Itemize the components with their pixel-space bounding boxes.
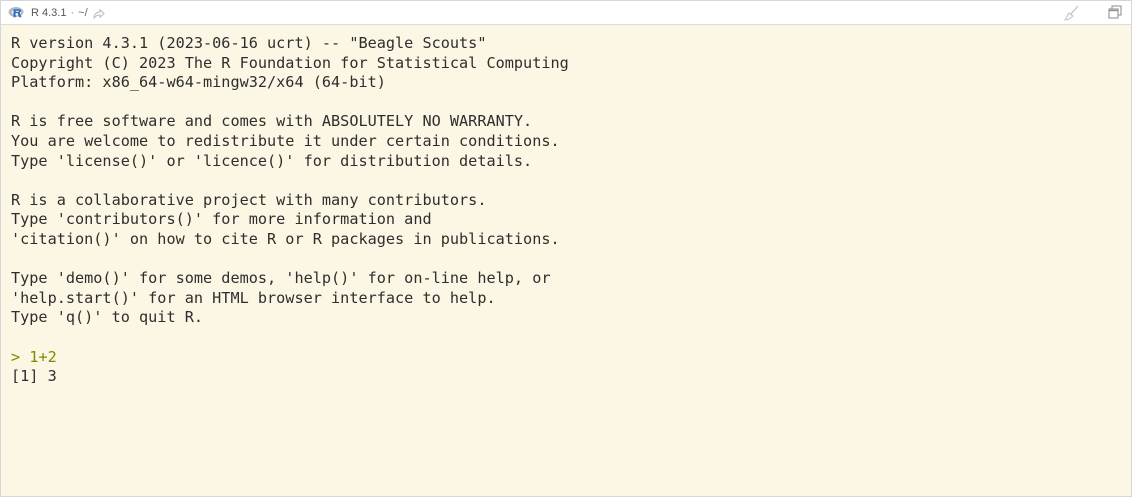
console-pane: R 4.3.1 · ~/ R version 4.3.1 (2023-06-16… — [0, 0, 1132, 497]
working-directory-label[interactable]: ~/ — [78, 7, 87, 19]
broom-clear-icon[interactable] — [1063, 4, 1081, 22]
startup-line: You are welcome to redistribute it under… — [11, 131, 560, 150]
startup-line: 'help.start()' for an HTML browser inter… — [11, 288, 496, 307]
startup-line — [11, 328, 1131, 348]
startup-line — [11, 250, 1131, 270]
startup-line — [11, 93, 1131, 113]
console-output[interactable]: R version 4.3.1 (2023-06-16 ucrt) -- "Be… — [1, 25, 1131, 496]
startup-line: Type 'q()' to quit R. — [11, 308, 204, 327]
startup-line: R is free software and comes with ABSOLU… — [11, 112, 533, 131]
r-logo-icon — [8, 6, 25, 19]
startup-line: Type 'license()' or 'licence()' for dist… — [11, 151, 533, 170]
startup-line — [11, 171, 1131, 191]
startup-line: Platform: x86_64-w64-mingw32/x64 (64-bit… — [11, 73, 386, 92]
command-output: [1] 3 — [11, 367, 57, 386]
toolbar-separator: · — [70, 6, 75, 19]
goto-directory-icon[interactable] — [93, 7, 105, 20]
startup-line: 'citation()' on how to cite R or R packa… — [11, 229, 560, 248]
startup-line: Type 'demo()' for some demos, 'help()' f… — [11, 269, 551, 288]
startup-line: R is a collaborative project with many c… — [11, 190, 487, 209]
maximize-icon[interactable] — [1108, 5, 1122, 19]
console-toolbar: R 4.3.1 · ~/ — [1, 1, 1131, 25]
startup-line: Type 'contributors()' for more informati… — [11, 210, 432, 229]
r-version-label: R 4.3.1 — [31, 6, 67, 19]
startup-line: R version 4.3.1 (2023-06-16 ucrt) -- "Be… — [11, 34, 487, 52]
console-command: 1+2 — [29, 347, 57, 366]
command-line: > 1+2 — [11, 348, 1131, 368]
startup-line: Copyright (C) 2023 The R Foundation for … — [11, 53, 569, 72]
console-prompt: > — [11, 347, 21, 366]
